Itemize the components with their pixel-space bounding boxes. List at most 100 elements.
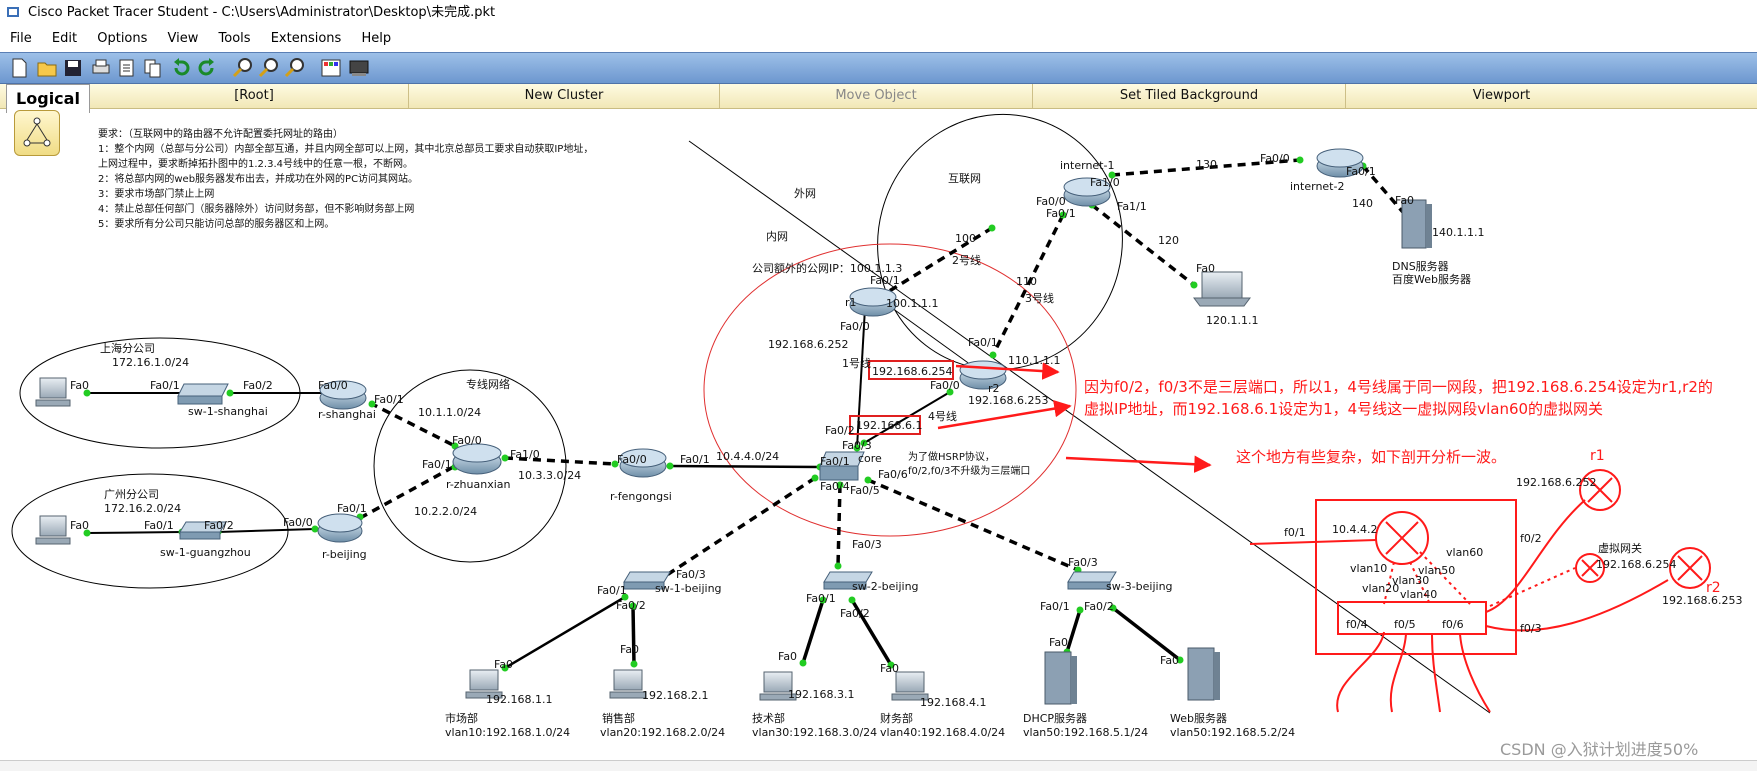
sketch-vlan60: vlan60: [1446, 546, 1483, 559]
port-label: Fa0/0: [318, 379, 348, 392]
ip-252-label: 192.168.6.252: [768, 338, 848, 351]
port-label: Fa0/1: [968, 336, 998, 349]
sketch-f06: f0/6: [1442, 618, 1464, 631]
port-label: Fa0: [70, 519, 89, 532]
requirement-line: 5：要求所有分公司只能访问总部的服务器区和上网。: [98, 217, 334, 230]
switch-sw-1-shanghai[interactable]: [177, 383, 229, 405]
host-ip: 192.168.3.1: [788, 688, 854, 701]
ip-6-1-label: 192.168.6.1: [856, 419, 922, 432]
annotation-complex-note: 这个地方有些复杂，如下剖开分析一波。: [1236, 448, 1506, 466]
port-label: Fa0/0: [452, 434, 482, 447]
horizontal-scrollbar[interactable]: [0, 760, 1757, 771]
port-label: Fa1/0: [1090, 176, 1120, 189]
ip-100-1-1-1-label: 100.1.1.1: [886, 297, 938, 310]
host-vlan: vlan30:192.168.3.0/24: [752, 726, 877, 739]
sw-3-beijing-label: sw-3-beijing: [1106, 580, 1173, 593]
zone-internet-label: 互联网: [948, 172, 981, 185]
port-label: Fa0/3: [842, 439, 872, 452]
port-label: Fa0/2: [825, 424, 855, 437]
port-label: Fa0/4: [820, 480, 850, 493]
port-label: Fa0/3: [852, 538, 882, 551]
port-label: Fa1/0: [510, 448, 540, 461]
inner-outer-divider-line: [688, 140, 1491, 714]
sketch-r1-label: r1: [1590, 448, 1605, 464]
port-label: Fa0/1: [144, 519, 174, 532]
host-ip: 192.168.2.1: [642, 689, 708, 702]
port-label: Fa0: [778, 650, 797, 663]
guangzhou-net-label: 172.16.2.0/24: [104, 502, 181, 515]
port-label: Fa0/1: [150, 379, 180, 392]
requirement-line: 4：禁止总部任何部门（服务器除外）访问财务部，但不影响财务部上网: [98, 202, 414, 215]
line-2-label: 2号线: [952, 253, 981, 267]
router-r-zhuanxian[interactable]: [452, 443, 502, 475]
line-3-label: 3号线: [1025, 291, 1054, 305]
pc-shanghai[interactable]: [35, 377, 71, 407]
server-dhcp[interactable]: [1044, 651, 1077, 705]
port-label: Fa0/0: [930, 379, 960, 392]
port-label: Fa0/0: [283, 516, 313, 529]
port-label: Fa0/2: [1084, 600, 1114, 613]
sketch-f03: f0/3: [1520, 622, 1542, 635]
port-label: Fa1/1: [1117, 200, 1147, 213]
host-name: 技术部: [752, 711, 785, 725]
port-label: Fa0/2: [243, 379, 273, 392]
shanghai-net-label: 172.16.1.0/24: [112, 356, 189, 369]
shanghai-branch-label: 上海分公司: [100, 341, 155, 355]
host-labels: 192.168.1.1 市场部 vlan10:192.168.1.0/24 19…: [445, 688, 1295, 739]
port-label: Fa0/2: [204, 519, 234, 532]
csdn-watermark: CSDN @入狱计划进度50%: [1500, 740, 1699, 759]
topology-canvas[interactable]: 要求：（互联网中的路由器不允许配置委托网址的路由） 1：整个内网（总部与分公司）…: [0, 0, 1757, 770]
baidu-web-label: 百度Web服务器: [1392, 272, 1471, 286]
laptop-ip-label: 120.1.1.1: [1206, 314, 1258, 327]
host-vlan: vlan50:192.168.5.1/24: [1023, 726, 1148, 739]
ip-110-1-1-1-label: 110.1.1.1: [1008, 354, 1060, 367]
port-label: Fa0/0: [1260, 152, 1290, 165]
r-zhuanxian-label: r-zhuanxian: [446, 478, 511, 491]
line-1-label: 1号线: [842, 356, 871, 370]
guangzhou-branch-label: 广州分公司: [104, 488, 159, 501]
zone-dedicated-label: 专线网络: [466, 377, 510, 391]
internet-ellipse: [877, 113, 1123, 371]
ip-253-label: 192.168.6.253: [968, 394, 1048, 407]
host-vlan: vlan40:192.168.4.0/24: [880, 726, 1005, 739]
net-10-2-2-label: 10.2.2.0/24: [414, 505, 477, 518]
host-name: 销售部: [602, 711, 635, 725]
host-name: 财务部: [880, 711, 913, 725]
core-label: core: [858, 452, 882, 465]
ip-254-label: 192.168.6.254: [872, 365, 952, 378]
dns-server-label: DNS服务器: [1392, 260, 1449, 273]
public-ip-label: 公司额外的公网IP：100.1.1.3: [752, 261, 902, 275]
sw-guangzhou-label: sw-1-guangzhou: [160, 546, 251, 559]
sketch-f02: f0/2: [1520, 532, 1542, 545]
sketch-vgw-ip: 192.168.6.254: [1596, 558, 1676, 571]
port-label: Fa0/2: [840, 607, 870, 620]
link-140-label: 140: [1352, 197, 1373, 210]
zone-outer-label: 外网: [794, 187, 816, 200]
link-110-label: 110: [1016, 275, 1037, 288]
port-label: Fa0/0: [617, 453, 647, 466]
hsrp-note-line1: 为了做HSRP协议，: [908, 450, 995, 463]
port-label: Fa0/1: [374, 393, 404, 406]
server-dns[interactable]: [1401, 199, 1432, 249]
port-label: Fa0/1: [597, 584, 627, 597]
net-10-4-4-label: 10.4.4.0/24: [716, 450, 779, 463]
r-beijing-label: r-beijing: [322, 548, 367, 561]
port-label: Fa0: [70, 379, 89, 392]
annotation-line-2: 虚拟IP地址，而192.168.6.1设定为1，4号线这一虚拟网段vlan60的…: [1084, 400, 1603, 418]
requirement-line: 1：整个内网（总部与分公司）内部全部互通，并且内网全部可以上网，其中北京总部员工…: [98, 142, 593, 155]
port-label: Fa0: [494, 658, 513, 671]
requirements-text: 要求：（互联网中的路由器不允许配置委托网址的路由） 1：整个内网（总部与分公司）…: [98, 127, 593, 230]
internet-1-label: internet-1: [1060, 159, 1114, 172]
laptop-120[interactable]: [1193, 271, 1251, 307]
router-r-beijing[interactable]: [317, 513, 363, 543]
dns-ip-label: 140.1.1.1: [1432, 226, 1484, 239]
annotation-line-1: 因为f0/2，f0/3不是三层端口，所以1，4号线属于同一网段，把192.168…: [1084, 378, 1713, 396]
server-web[interactable]: [1187, 647, 1220, 701]
host-name: 市场部: [445, 711, 478, 725]
port-label: Fa0: [1049, 636, 1068, 649]
pc-sales[interactable]: [609, 669, 647, 699]
host-vlan: vlan10:192.168.1.0/24: [445, 726, 570, 739]
port-label: Fa0: [880, 662, 899, 675]
pc-guangzhou[interactable]: [35, 515, 71, 545]
line-4-label: 4号线: [928, 409, 957, 423]
